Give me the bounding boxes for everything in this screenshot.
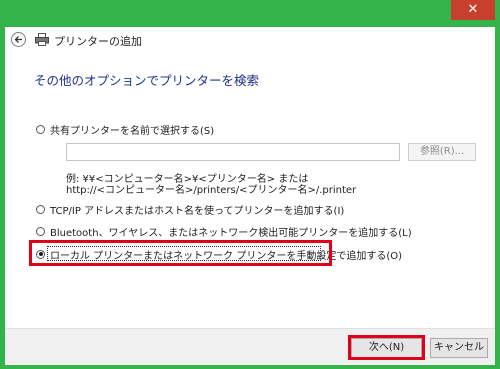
printer-path-input[interactable] <box>66 143 400 161</box>
radio-shared-printer[interactable] <box>36 124 45 134</box>
back-arrow-icon <box>14 36 22 43</box>
option-label-bluetooth: Bluetooth、ワイヤレス、またはネットワーク検出可能プリンターを追加する(… <box>50 227 412 239</box>
highlight-box-next <box>348 335 425 360</box>
option-bluetooth[interactable]: Bluetooth、ワイヤレス、またはネットワーク検出可能プリンターを追加する(… <box>36 224 412 239</box>
window-title: プリンターの追加 <box>54 35 142 48</box>
radio-tcpip[interactable] <box>36 204 45 214</box>
close-icon: ✕ <box>467 2 479 17</box>
browse-button[interactable]: 参照(R)... <box>408 143 476 161</box>
radio-bluetooth[interactable] <box>36 226 45 236</box>
option-label-shared-printer: 共有プリンターを名前で選択する(S) <box>50 125 215 137</box>
close-button[interactable]: ✕ <box>451 0 495 20</box>
title-bar: ✕ <box>0 0 500 27</box>
back-button[interactable] <box>11 32 26 47</box>
dialog-header: プリンターの追加 <box>5 27 495 60</box>
printer-icon <box>35 33 49 46</box>
highlight-box-option <box>29 240 332 266</box>
cancel-button[interactable]: キャンセル <box>430 338 488 358</box>
option-label-tcpip: TCP/IP アドレスまたはホスト名を使ってプリンターを追加する(I) <box>50 205 345 217</box>
option-shared-printer[interactable]: 共有プリンターを名前で選択する(S) <box>36 122 215 137</box>
example-line-2: http://<コンピューター名>/printers/<プリンター名>/.pri… <box>66 185 357 196</box>
option-tcpip[interactable]: TCP/IP アドレスまたはホスト名を使ってプリンターを追加する(I) <box>36 202 345 217</box>
page-heading: その他のオプションでプリンターを検索 <box>34 73 260 88</box>
